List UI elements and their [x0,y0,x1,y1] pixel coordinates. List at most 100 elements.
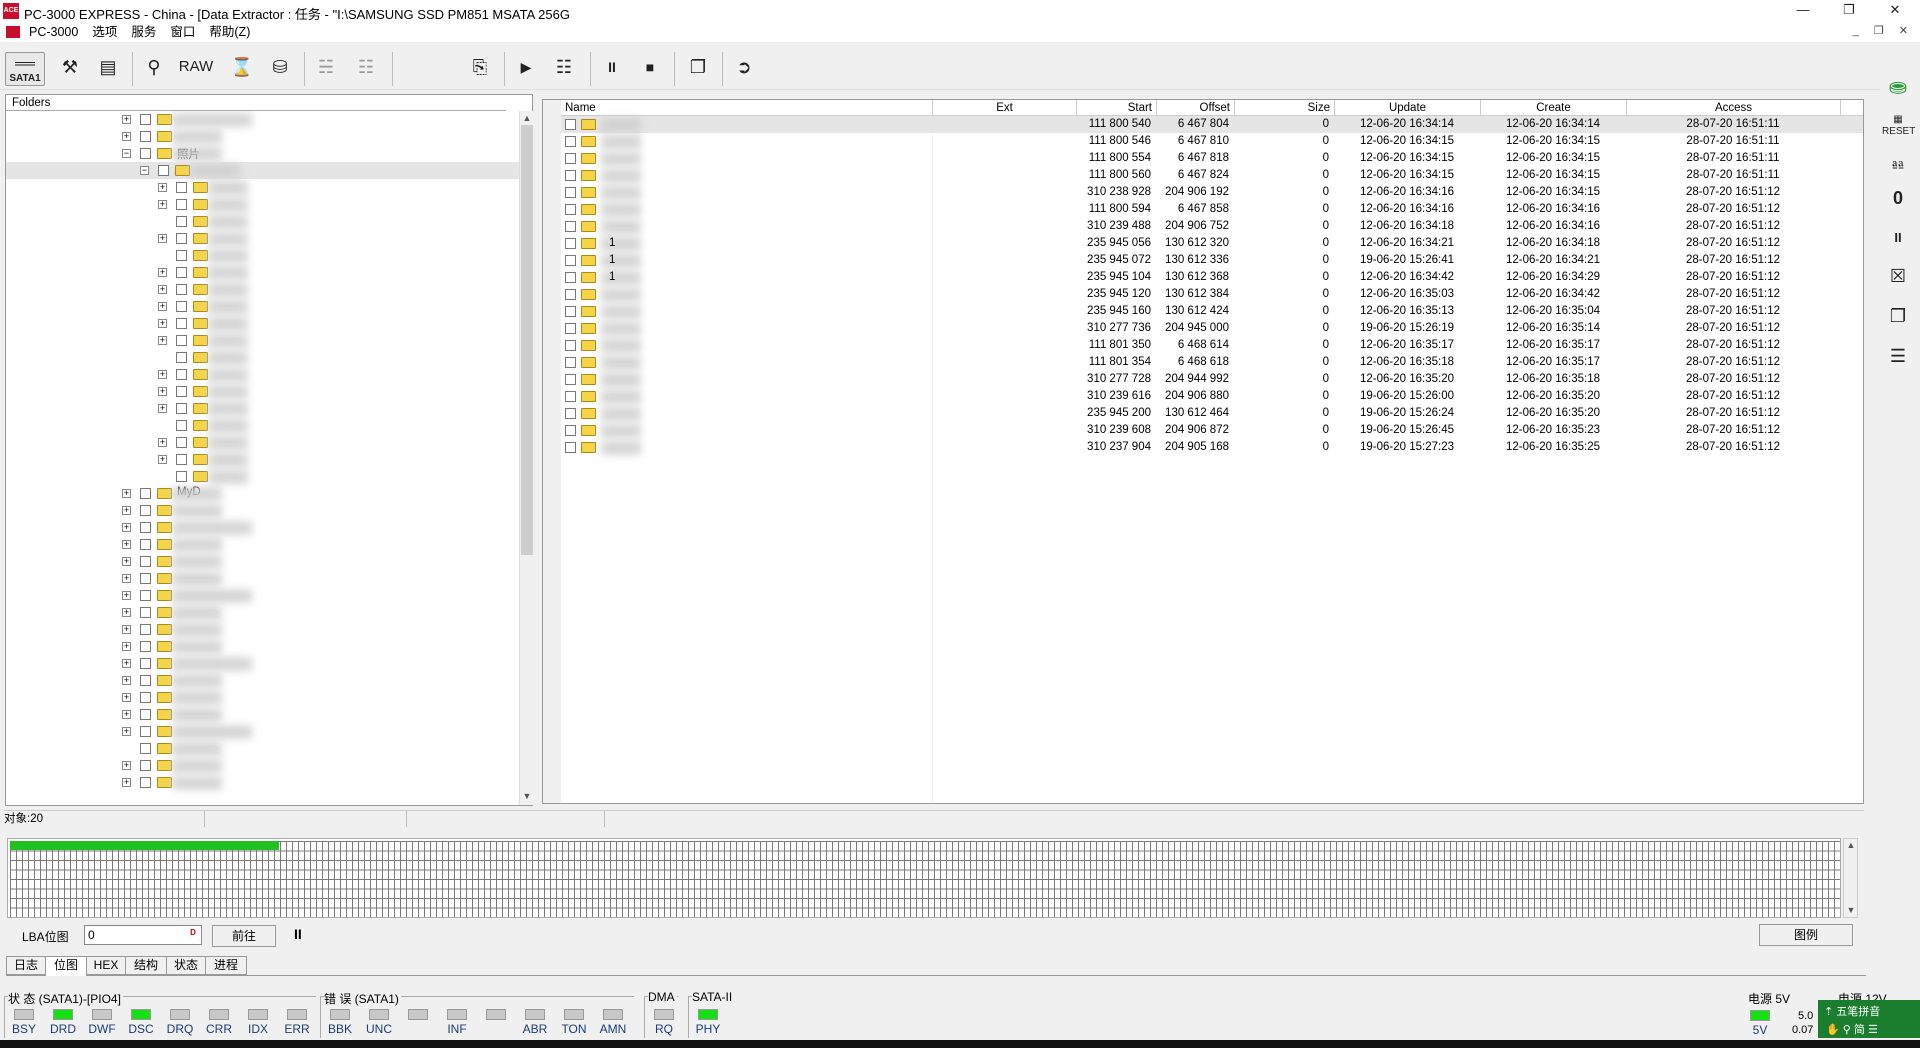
windows-button[interactable]: ❐ [680,52,716,86]
cancel-chip-button[interactable]: ☒ [1882,266,1914,296]
tree-checkbox[interactable] [176,199,187,210]
row-checkbox[interactable] [565,306,576,317]
tree-row[interactable]: + [6,519,519,536]
tree-row[interactable]: + [6,587,519,604]
tab-5[interactable]: 进程 [205,956,247,975]
tab-1[interactable]: 位图 [45,956,87,976]
tree-checkbox[interactable] [176,352,187,363]
expand-icon[interactable]: + [122,761,131,770]
scroll-up-icon[interactable]: ▲ [1844,840,1858,850]
expand-icon[interactable]: + [122,574,131,583]
tree-row[interactable]: + [6,383,519,400]
row-checkbox[interactable] [565,323,576,334]
tree-checkbox[interactable] [176,454,187,465]
expand-icon[interactable]: + [158,200,167,209]
plug-button[interactable]: ⎂ [1882,154,1914,184]
export-button[interactable]: ⎘ [462,52,498,86]
tree-row[interactable]: + [6,502,519,519]
connector-button[interactable]: ☰ [1882,346,1914,376]
row-checkbox[interactable] [565,340,576,351]
ime-tools[interactable]: ✋ ⚲ 简 ☰ [1826,1021,1878,1037]
tree-checkbox[interactable] [140,131,151,142]
pause-toolbar-button[interactable]: II [594,52,630,86]
row-checkbox[interactable] [565,374,576,385]
tree-checkbox[interactable] [140,505,151,516]
row-checkbox[interactable] [565,289,576,300]
tree-row[interactable]: + [6,400,519,417]
filter-button[interactable]: ⌛ [224,52,260,86]
column-header-size[interactable]: Size [1235,100,1335,116]
tree-collapse-button[interactable]: ☷ [348,52,384,86]
tree-checkbox[interactable] [158,165,169,176]
tree-row[interactable]: + [6,706,519,723]
expand-icon[interactable]: + [158,234,167,243]
expand-icon[interactable]: + [122,778,131,787]
table-row[interactable]: 111 800 594 6 467 858 0 12-06-20 16:34:16 12… [561,201,1863,218]
row-checkbox[interactable] [565,204,576,215]
disk-button[interactable]: ⛁ [262,52,298,86]
row-checkbox[interactable] [565,442,576,453]
tree-checkbox[interactable] [140,692,151,703]
tree-checkbox[interactable] [140,590,151,601]
tree-checkbox[interactable] [176,267,187,278]
tree-row[interactable]: + [6,332,519,349]
tree-row[interactable]: + [6,638,519,655]
tree-row[interactable]: + [6,196,519,213]
tree-expand-button[interactable]: ☵ [308,52,344,86]
expand-icon[interactable]: + [122,132,131,141]
tree-scroll-thumb[interactable] [521,125,533,555]
expand-icon[interactable]: + [158,404,167,413]
expand-icon[interactable]: + [122,115,131,124]
tree-row[interactable] [6,213,519,230]
tree-row[interactable]: −照片 [6,145,519,162]
tree-checkbox[interactable] [140,607,151,618]
log-button[interactable]: ▤ [90,52,126,86]
tree-row[interactable]: + [6,281,519,298]
expand-icon[interactable]: + [158,387,167,396]
tree-checkbox[interactable] [140,539,151,550]
tree-row[interactable]: + [6,111,519,128]
start-button[interactable]: ▶ [508,52,544,86]
tree-checkbox[interactable] [176,403,187,414]
expand-icon[interactable]: + [158,319,167,328]
collapse-icon[interactable]: − [122,149,131,158]
expand-icon[interactable]: + [122,523,131,532]
row-checkbox[interactable] [565,408,576,419]
tree-row[interactable]: + [6,774,519,791]
tree-row[interactable] [6,740,519,757]
tree-checkbox[interactable] [176,233,187,244]
tree-checkbox[interactable] [176,216,187,227]
expand-icon[interactable]: + [122,608,131,617]
tree-row[interactable] [6,468,519,485]
search-button[interactable]: ⚲ [136,52,172,86]
expand-icon[interactable]: + [158,336,167,345]
menu-item[interactable]: 帮助(Z) [202,22,257,42]
mdi-window-controls[interactable]: _ ❐ ✕ [1853,24,1914,37]
tree-checkbox[interactable] [140,709,151,720]
expand-icon[interactable]: + [158,455,167,464]
tree-row[interactable]: + [6,553,519,570]
table-row[interactable]: 310 238 928 204 906 192 0 12-06-20 16:34:16… [561,184,1863,201]
table-row[interactable]: 310 277 736 204 945 000 0 19-06-20 15:26:19… [561,320,1863,337]
tree-row[interactable]: + [6,451,519,468]
tree-row[interactable]: + [6,604,519,621]
lba-scrollbar[interactable]: ▲ ▼ [1843,838,1858,918]
tree-row[interactable]: + [6,655,519,672]
row-checkbox[interactable] [565,255,576,266]
tree-checkbox[interactable] [176,301,187,312]
menu-item[interactable]: 窗口 [163,22,202,42]
tree-row[interactable]: + [6,264,519,281]
expand-icon[interactable]: + [122,625,131,634]
expand-icon[interactable]: + [122,710,131,719]
maximize-button[interactable]: ❐ [1826,0,1872,22]
scroll-down-icon[interactable]: ▼ [1844,905,1858,915]
close-button[interactable]: ✕ [1872,0,1918,22]
raw-button[interactable]: RAW [174,52,218,86]
table-row[interactable]: 310 239 616 204 906 880 0 19-06-20 15:26:00… [561,388,1863,405]
goto-button[interactable]: 前往 [212,925,276,947]
expand-icon[interactable]: + [158,183,167,192]
tree-row[interactable]: + [6,689,519,706]
reset-button[interactable]: ▦ RESET [1882,114,1915,144]
table-row[interactable]: 111 800 554 6 467 818 0 12-06-20 16:34:15 12… [561,150,1863,167]
tree-row[interactable]: + [6,128,519,145]
